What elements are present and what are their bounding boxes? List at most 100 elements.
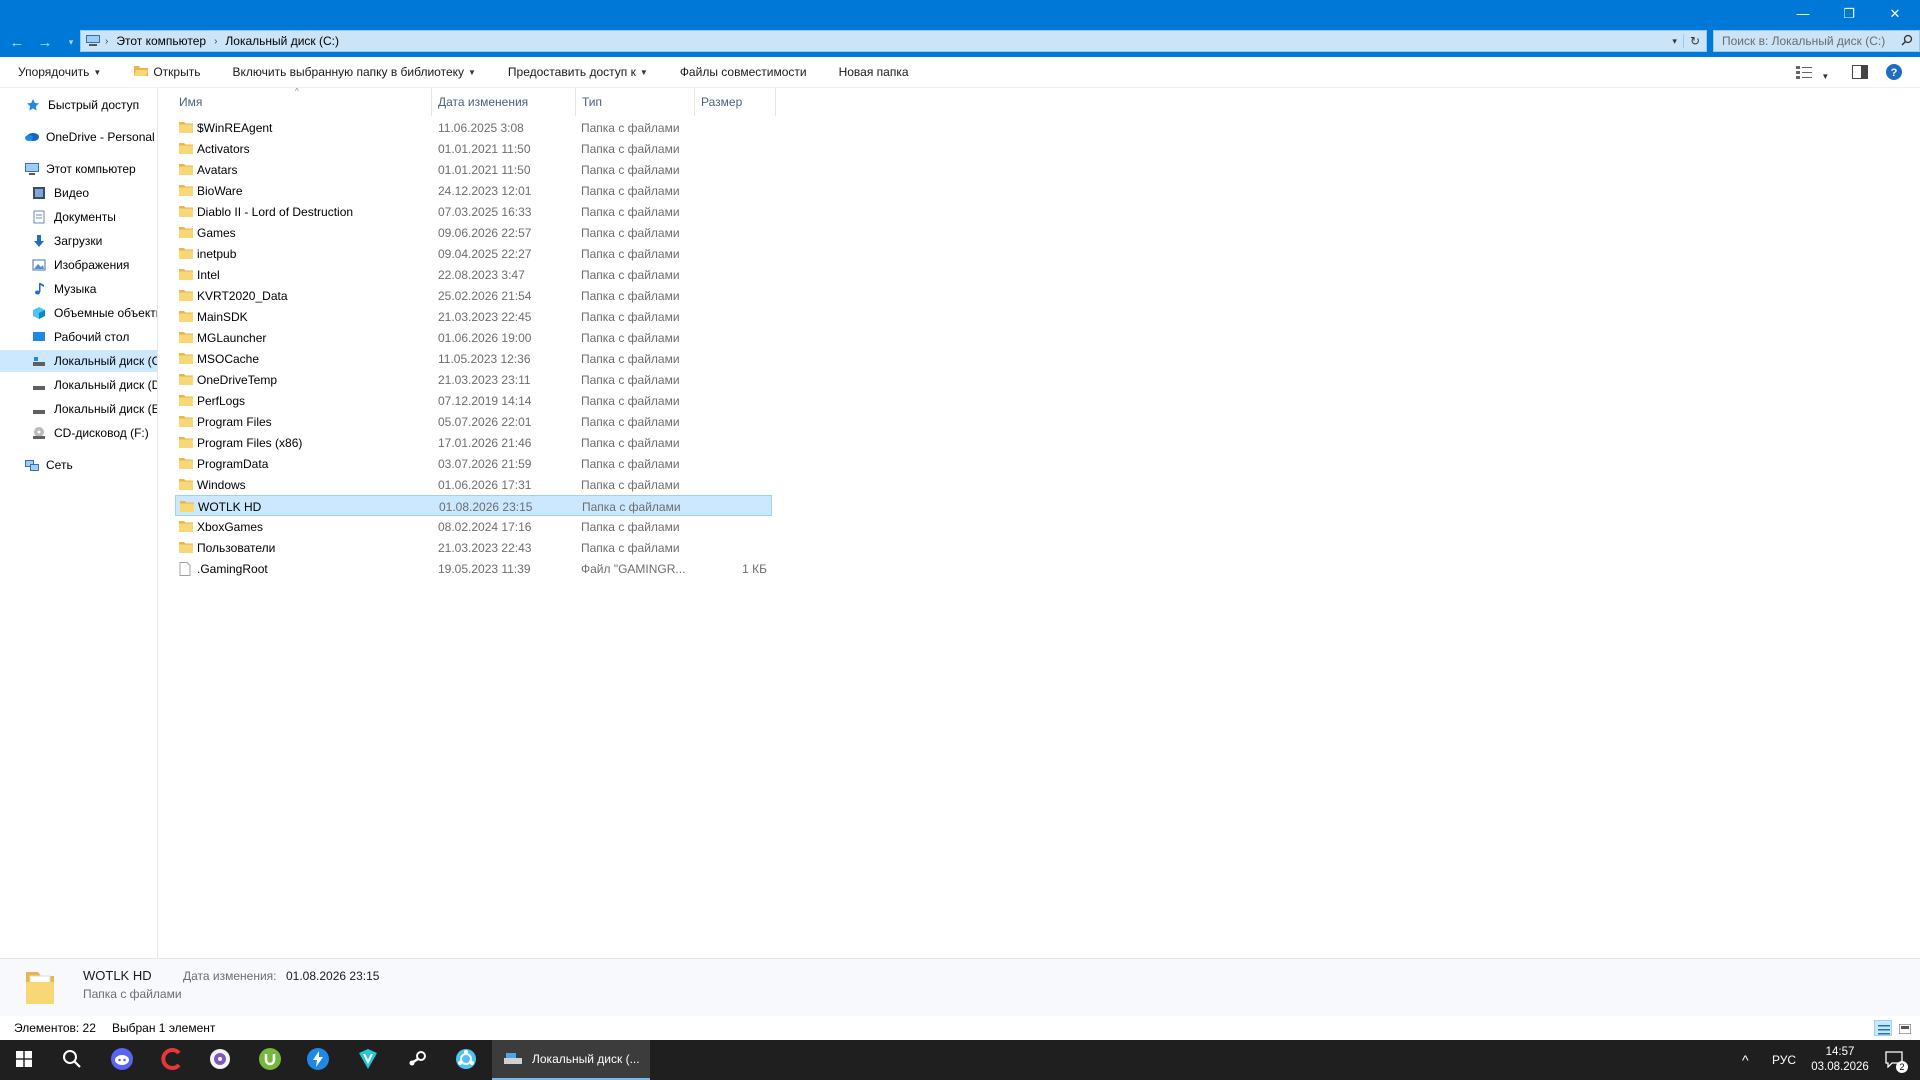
- address-bar[interactable]: › Этот компьютер › Локальный диск (C:) ▾…: [80, 30, 1707, 52]
- compat-files-button[interactable]: Файлы совместимости: [662, 65, 821, 79]
- new-folder-button[interactable]: Новая папка: [821, 65, 923, 79]
- file-size: [695, 411, 767, 432]
- nav-this-pc[interactable]: Этот компьютер: [0, 158, 157, 180]
- help-button[interactable]: ?: [1886, 64, 1902, 83]
- drive-icon: [32, 402, 48, 416]
- taskbar-steam[interactable]: [394, 1040, 442, 1080]
- nav-video[interactable]: Видео: [0, 182, 157, 204]
- file-name: MainSDK: [197, 309, 248, 324]
- nav-desktop[interactable]: Рабочий стол: [0, 326, 157, 348]
- search-input[interactable]: Поиск в: Локальный диск (C:): [1713, 30, 1920, 52]
- folder-icon: [179, 121, 193, 133]
- nav-quick-access[interactable]: Быстрый доступ: [0, 94, 157, 116]
- taskbar-window-label: Локальный диск (...: [532, 1052, 640, 1066]
- column-header-type[interactable]: Тип: [576, 88, 695, 116]
- taskbar-app-blue[interactable]: [442, 1040, 490, 1080]
- organize-button[interactable]: Упорядочить ▼: [0, 65, 115, 79]
- file-type: Папка с файлами: [581, 183, 680, 198]
- nav-documents[interactable]: Документы: [0, 206, 157, 228]
- taskbar-explorer-window[interactable]: Локальный диск (...: [492, 1040, 650, 1080]
- column-header-name[interactable]: Имя ^: [175, 87, 432, 116]
- file-row[interactable]: Diablo II - Lord of Destruction 07.03.202…: [175, 201, 772, 222]
- file-row[interactable]: OneDriveTemp 21.03.2023 23:11 Папка с файл…: [175, 369, 772, 390]
- nav-drive-c[interactable]: Локальный диск (C:): [0, 350, 157, 372]
- nav-network[interactable]: Сеть: [0, 454, 157, 476]
- nav-onedrive[interactable]: OneDrive - Personal: [0, 126, 157, 148]
- file-row[interactable]: MGLauncher 01.06.2026 19:00 Папка с файлам…: [175, 327, 772, 348]
- taskbar-app-disc[interactable]: [196, 1040, 244, 1080]
- new-folder-label: Новая папка: [838, 65, 909, 79]
- action-center-button[interactable]: 2: [1874, 1040, 1914, 1080]
- taskbar-search-button[interactable]: [48, 1040, 96, 1080]
- view-options-button[interactable]: ▼: [1796, 65, 1829, 82]
- nav-drive-e[interactable]: Локальный диск (E:): [0, 398, 157, 420]
- taskbar-vpn[interactable]: [344, 1040, 392, 1080]
- file-row[interactable]: KVRT2020_Data 25.02.2026 21:54 Папка с фай…: [175, 285, 772, 306]
- taskbar-discord[interactable]: [98, 1040, 146, 1080]
- tray-overflow-button[interactable]: ^: [1742, 1040, 1749, 1080]
- details-view-button[interactable]: [1874, 1020, 1892, 1036]
- tray-clock[interactable]: 14:57 03.08.2026: [1804, 1040, 1876, 1080]
- restore-button[interactable]: ❐: [1826, 0, 1872, 27]
- file-row[interactable]: MainSDK 21.03.2023 22:45 Папка с файлами: [175, 306, 772, 327]
- taskbar-app-bolt[interactable]: [294, 1040, 342, 1080]
- file-row[interactable]: PerfLogs 07.12.2019 14:14 Папка с файлами: [175, 390, 772, 411]
- clock-time: 14:57: [1825, 1046, 1855, 1058]
- minimize-button[interactable]: —: [1780, 0, 1826, 27]
- file-type: Папка с файлами: [581, 246, 680, 261]
- notification-icon: 2: [1884, 1050, 1908, 1073]
- chevron-down-icon: ▼: [1821, 72, 1830, 81]
- nav-3d-objects[interactable]: Объемные объекты: [0, 302, 158, 324]
- status-selection: Выбран 1 элемент: [112, 1021, 216, 1035]
- column-header-date[interactable]: Дата изменения: [433, 88, 576, 116]
- column-header-size[interactable]: Размер: [695, 88, 776, 116]
- forward-button[interactable]: →: [36, 33, 54, 51]
- close-button[interactable]: ✕: [1872, 0, 1918, 27]
- start-button[interactable]: [0, 1040, 48, 1080]
- file-row[interactable]: BioWare 24.12.2023 12:01 Папка с файлами: [175, 180, 772, 201]
- taskbar-app-red[interactable]: [148, 1040, 196, 1080]
- file-row[interactable]: Windows 01.06.2026 17:31 Папка с файлами: [175, 474, 772, 495]
- minimize-icon: —: [1796, 6, 1810, 21]
- file-row[interactable]: Program Files (x86) 17.01.2026 21:46 Папка…: [175, 432, 772, 453]
- file-row[interactable]: Activators 01.01.2021 11:50 Папка с файлам…: [175, 138, 772, 159]
- star-icon: [26, 98, 42, 112]
- file-row[interactable]: Пользователи 21.03.2023 22:43 Папка с файл…: [175, 537, 772, 558]
- back-button[interactable]: ←: [8, 33, 26, 51]
- file-row[interactable]: WOTLK HD 01.08.2026 23:15 Папка с файлами: [175, 495, 772, 516]
- file-row[interactable]: MSOCache 11.05.2023 12:36 Папка с файлами: [175, 348, 772, 369]
- column-date-label: Дата изменения: [438, 95, 529, 109]
- nav-pictures[interactable]: Изображения: [0, 254, 157, 276]
- chevron-down-icon: ▼: [93, 67, 102, 77]
- include-library-button[interactable]: Включить выбранную папку в библиотеку ▼: [214, 65, 489, 79]
- address-dropdown-icon[interactable]: ▾: [1666, 36, 1683, 47]
- breadcrumb-this-pc[interactable]: Этот компьютер: [112, 34, 210, 48]
- taskbar-utorrent[interactable]: [246, 1040, 294, 1080]
- nav-label: Объемные объекты: [54, 306, 158, 320]
- file-row[interactable]: XboxGames 08.02.2024 17:16 Папка с файлами: [175, 516, 772, 537]
- share-button[interactable]: Предоставить доступ к ▼: [490, 65, 662, 79]
- nav-drive-d[interactable]: Локальный диск (D:): [0, 374, 157, 396]
- large-icons-view-button[interactable]: [1896, 1020, 1914, 1036]
- recent-locations-button[interactable]: ▾: [62, 33, 80, 51]
- file-type: Папка с файлами: [581, 309, 680, 324]
- file-date: 07.12.2019 14:14: [438, 393, 532, 408]
- refresh-icon[interactable]: ↻: [1682, 34, 1706, 48]
- open-button[interactable]: Открыть: [115, 64, 214, 80]
- nav-downloads[interactable]: Загрузки: [0, 230, 157, 252]
- pictures-icon: [32, 258, 48, 272]
- preview-pane-button[interactable]: [1852, 65, 1868, 82]
- file-row[interactable]: $WinREAgent 11.06.2025 3:08 Папка с файлам…: [175, 117, 772, 138]
- file-row[interactable]: ProgramData 03.07.2026 21:59 Папка с файла…: [175, 453, 772, 474]
- nav-music[interactable]: Музыка: [0, 278, 157, 300]
- file-row[interactable]: Avatars 01.01.2021 11:50 Папка с файлами: [175, 159, 772, 180]
- file-row[interactable]: Program Files 05.07.2026 22:01 Папка с фай…: [175, 411, 772, 432]
- file-row[interactable]: Games 09.06.2026 22:57 Папка с файлами: [175, 222, 772, 243]
- file-row[interactable]: inetpub 09.04.2025 22:27 Папка с файлами: [175, 243, 772, 264]
- file-date: 01.01.2021 11:50: [438, 141, 531, 156]
- file-row[interactable]: .GamingRoot 19.05.2023 11:39 Файл "GAMINGR…: [175, 558, 772, 579]
- tray-language[interactable]: РУС: [1772, 1040, 1796, 1080]
- file-row[interactable]: Intel 22.08.2023 3:47 Папка с файлами: [175, 264, 772, 285]
- nav-cd-drive[interactable]: CD-дисковод (F:): [0, 422, 157, 444]
- breadcrumb-drive-c[interactable]: Локальный диск (C:): [221, 34, 343, 48]
